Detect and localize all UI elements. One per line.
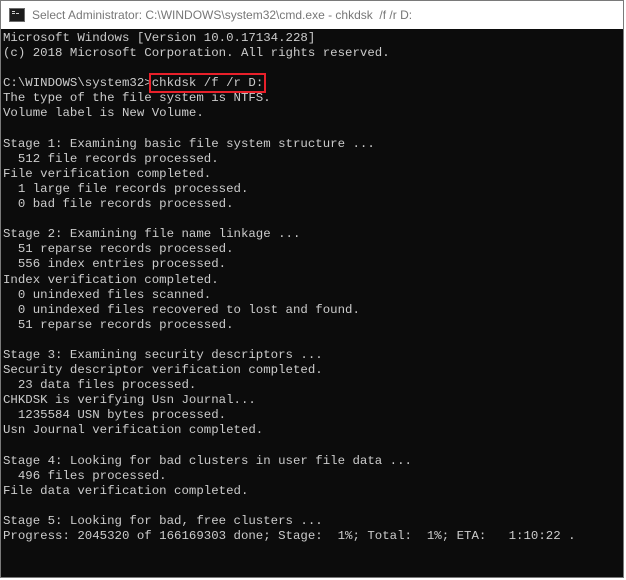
console-line: (c) 2018 Microsoft Corporation. All righ… xyxy=(3,46,390,61)
console-line: Stage 3: Examining security descriptors … xyxy=(3,347,323,362)
console-line: Volume label is New Volume. xyxy=(3,106,204,121)
console-line: 1235584 USN bytes processed. xyxy=(3,408,227,423)
command-prompt: C:\WINDOWS\system32> xyxy=(3,76,152,91)
console-line: 0 unindexed files scanned. xyxy=(3,287,212,302)
console-line: 496 files processed. xyxy=(3,468,167,483)
command-line: C:\WINDOWS\system32>chkdsk /f /r D: xyxy=(3,73,623,94)
console-line: Stage 1: Examining basic file system str… xyxy=(3,136,375,151)
console-line: Microsoft Windows [Version 10.0.17134.22… xyxy=(3,31,316,45)
console-line: Usn Journal verification completed. xyxy=(3,423,264,438)
console-line: CHKDSK is verifying Usn Journal... xyxy=(3,393,256,408)
console-line: Index verification completed. xyxy=(3,272,219,287)
title-bar[interactable]: Select Administrator: C:\WINDOWS\system3… xyxy=(1,1,623,30)
console-line: 512 file records processed. xyxy=(3,151,219,166)
console-line: The type of the file system is NTFS. xyxy=(3,91,271,106)
console-line: 51 reparse records processed. xyxy=(3,242,234,257)
console-line: File data verification completed. xyxy=(3,483,249,498)
cmd-window: Select Administrator: C:\WINDOWS\system3… xyxy=(0,0,624,578)
console-line: Security descriptor verification complet… xyxy=(3,363,323,378)
console-line: 0 bad file records processed. xyxy=(3,197,234,212)
progress-line: Progress: 2045320 of 166169303 done; Sta… xyxy=(3,529,576,544)
console-line: 23 data files processed. xyxy=(3,378,197,393)
cmd-icon xyxy=(9,8,25,22)
console-line: 0 unindexed files recovered to lost and … xyxy=(3,302,360,317)
console-line: 51 reparse records processed. xyxy=(3,317,234,332)
console-line: 556 index entries processed. xyxy=(3,257,227,272)
console-line: File verification completed. xyxy=(3,166,212,181)
console-line: Stage 5: Looking for bad, free clusters … xyxy=(3,514,323,528)
console-line: 1 large file records processed. xyxy=(3,181,249,196)
console-line: Stage 2: Examining file name linkage ... xyxy=(3,227,301,242)
console-line: Stage 4: Looking for bad clusters in use… xyxy=(3,453,412,468)
highlighted-command: chkdsk /f /r D: xyxy=(148,73,267,94)
window-title: Select Administrator: C:\WINDOWS\system3… xyxy=(32,8,413,22)
console-output[interactable]: Microsoft Windows [Version 10.0.17134.22… xyxy=(1,29,623,577)
